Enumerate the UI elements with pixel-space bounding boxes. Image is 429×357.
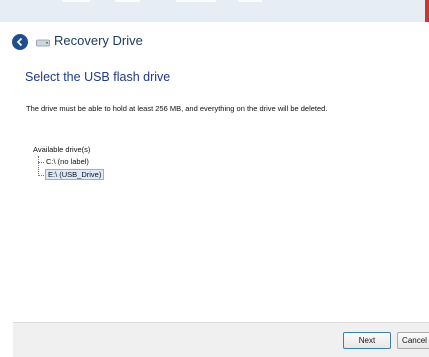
title-bar-reflection (62, 0, 90, 2)
page-description: The drive must be able to hold at least … (26, 104, 328, 113)
drive-item-selected[interactable]: E:\ (USB_Drive) (45, 169, 105, 180)
title-bar-reflection (176, 0, 216, 2)
drive-list-label: Available drive(s) (33, 145, 91, 154)
wizard-header: Recovery Drive (0, 22, 429, 62)
title-bar (0, 0, 429, 22)
drive-item[interactable]: C:\ (no label) (46, 157, 89, 166)
title-bar-reflection (115, 0, 140, 2)
cancel-button[interactable]: Cancel (397, 332, 429, 349)
back-arrow-icon (16, 37, 23, 47)
tree-connector (38, 156, 39, 176)
tree-connector (38, 162, 44, 163)
wizard-footer: Next Cancel (13, 322, 429, 357)
content-area (13, 62, 429, 322)
close-button[interactable] (425, 0, 429, 22)
back-button[interactable] (12, 34, 28, 50)
page-heading: Select the USB flash drive (25, 70, 171, 84)
left-margin (0, 62, 13, 356)
drive-icon (36, 39, 50, 47)
window-title: Recovery Drive (54, 33, 143, 48)
drive-list: C:\ (no label) E:\ (USB_Drive) (38, 156, 158, 186)
tree-connector (38, 175, 44, 176)
next-button[interactable]: Next (343, 332, 391, 349)
title-bar-reflection (238, 0, 262, 2)
